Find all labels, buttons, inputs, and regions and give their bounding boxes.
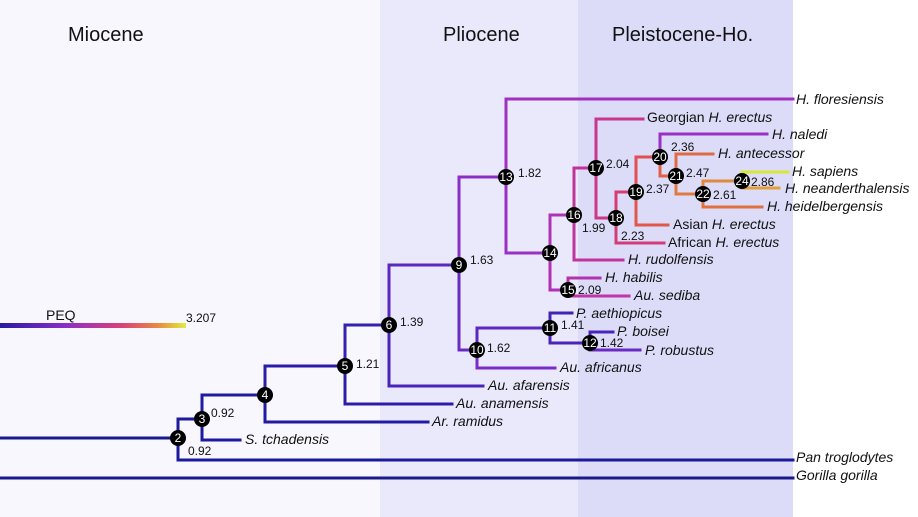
taxon-label: H. heidelbergensis xyxy=(767,198,883,214)
node-number: 11 xyxy=(544,321,557,335)
node-value: 2.23 xyxy=(621,229,645,243)
taxon-label: P. boisei xyxy=(617,323,670,339)
taxon-label: H. rudolfensis xyxy=(628,251,714,267)
node-number: 6 xyxy=(386,318,393,332)
taxon-label: H. habilis xyxy=(605,269,663,285)
taxon-label: Au. anamensis xyxy=(455,395,549,411)
node-value: 2.47 xyxy=(686,166,710,180)
node-number: 24 xyxy=(735,174,749,188)
taxon-label: Ar. ramidus xyxy=(431,413,503,429)
node-value: 2.61 xyxy=(713,188,737,202)
node-number: 18 xyxy=(609,211,623,225)
node-number: 22 xyxy=(696,187,710,201)
node-value: 1.41 xyxy=(561,318,585,332)
taxon-label: Pan troglodytes xyxy=(796,449,893,465)
node-value: 2.36 xyxy=(671,140,695,154)
node-value: 1.42 xyxy=(600,336,624,350)
node-value: 0.92 xyxy=(211,406,235,420)
taxon-label: Au. afarensis xyxy=(487,377,570,393)
taxon-label: S. tchadensis xyxy=(245,431,329,447)
taxon-label: Asian H. erectus xyxy=(673,216,776,232)
era-label-pliocene: Pliocene xyxy=(443,24,520,46)
taxon-label: H. antecessor xyxy=(718,145,806,161)
peq-legend-label: PEQ xyxy=(46,307,76,323)
node-number: 14 xyxy=(543,246,557,260)
taxon-label: Georgian H. erectus xyxy=(647,109,772,125)
node-value: 1.21 xyxy=(356,357,380,371)
node-number: 9 xyxy=(456,258,463,272)
node-number: 3 xyxy=(199,412,206,426)
node-value: 1.39 xyxy=(400,315,424,329)
node-value: 1.62 xyxy=(487,341,511,355)
node-value: 2.86 xyxy=(751,175,775,189)
node-number: 15 xyxy=(561,283,575,297)
node-number: 17 xyxy=(589,161,603,175)
phylogenetic-tree: Miocene Pliocene Pleistocene-Ho. PEQ 3.2… xyxy=(0,0,910,517)
node-number: 19 xyxy=(629,185,643,199)
peq-legend-max: 3.207 xyxy=(186,311,216,325)
taxon-label: African H. erectus xyxy=(668,234,779,250)
node-number: 21 xyxy=(669,169,683,183)
node-number: 5 xyxy=(342,359,349,373)
node-number: 10 xyxy=(470,343,484,357)
node-value: 2.04 xyxy=(606,157,630,171)
node-number: 16 xyxy=(567,208,581,222)
node-value: 1.82 xyxy=(518,166,542,180)
taxon-label: Au. sediba xyxy=(633,287,700,303)
node-number: 20 xyxy=(653,150,667,164)
taxon-label: P. aethiopicus xyxy=(576,305,662,321)
node-value: 2.09 xyxy=(578,283,602,297)
node-value: 1.63 xyxy=(470,253,494,267)
node-number: 2 xyxy=(175,431,182,445)
taxon-label: H. naledi xyxy=(772,126,828,142)
taxon-label: H. sapiens xyxy=(792,163,858,179)
node-value: 2.37 xyxy=(646,182,670,196)
era-label-pleistocene: Pleistocene-Ho. xyxy=(612,24,753,46)
peq-colorbar xyxy=(0,323,186,328)
taxon-label: P. robustus xyxy=(645,342,714,358)
taxon-label: H. neanderthalensis xyxy=(785,180,910,196)
node-number: 12 xyxy=(583,336,597,350)
node-value: 1.99 xyxy=(582,221,606,235)
taxon-label: Gorilla gorilla xyxy=(796,467,878,483)
taxon-label: Au. africanus xyxy=(559,359,642,375)
era-label-miocene: Miocene xyxy=(68,24,144,46)
node-number: 4 xyxy=(262,388,269,402)
taxon-label: H. floresiensis xyxy=(796,91,884,107)
node-number: 13 xyxy=(499,170,513,184)
node-value: 0.92 xyxy=(188,444,212,458)
